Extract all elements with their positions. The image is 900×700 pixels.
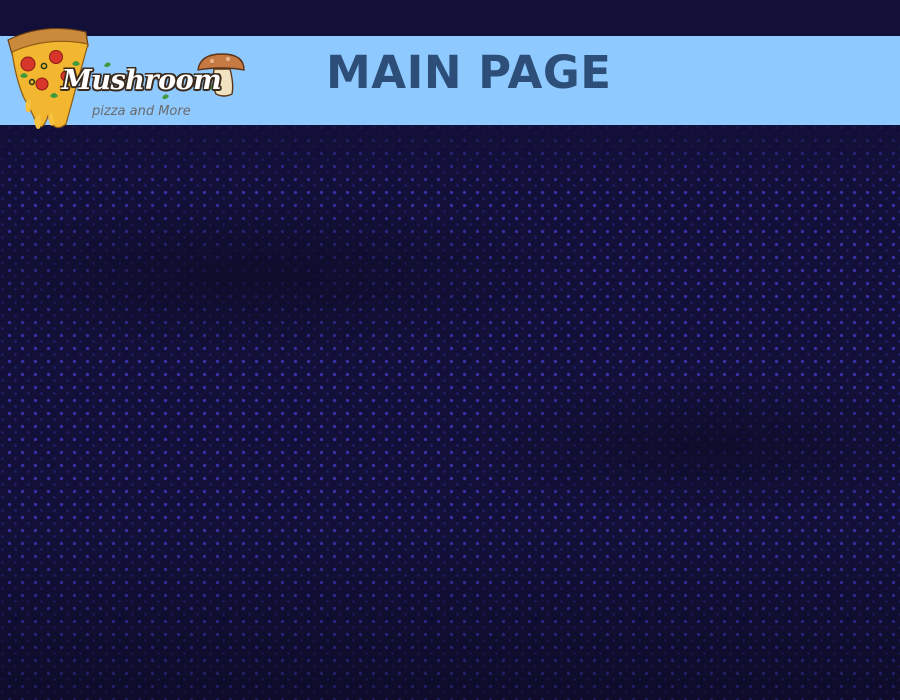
brand-name: Mushroom — [62, 65, 222, 96]
brand-tagline: pizza and More — [92, 104, 191, 119]
brand-logo[interactable]: Mushroom pizza and More — [4, 24, 248, 136]
page-title: MAIN PAGE — [326, 46, 612, 99]
